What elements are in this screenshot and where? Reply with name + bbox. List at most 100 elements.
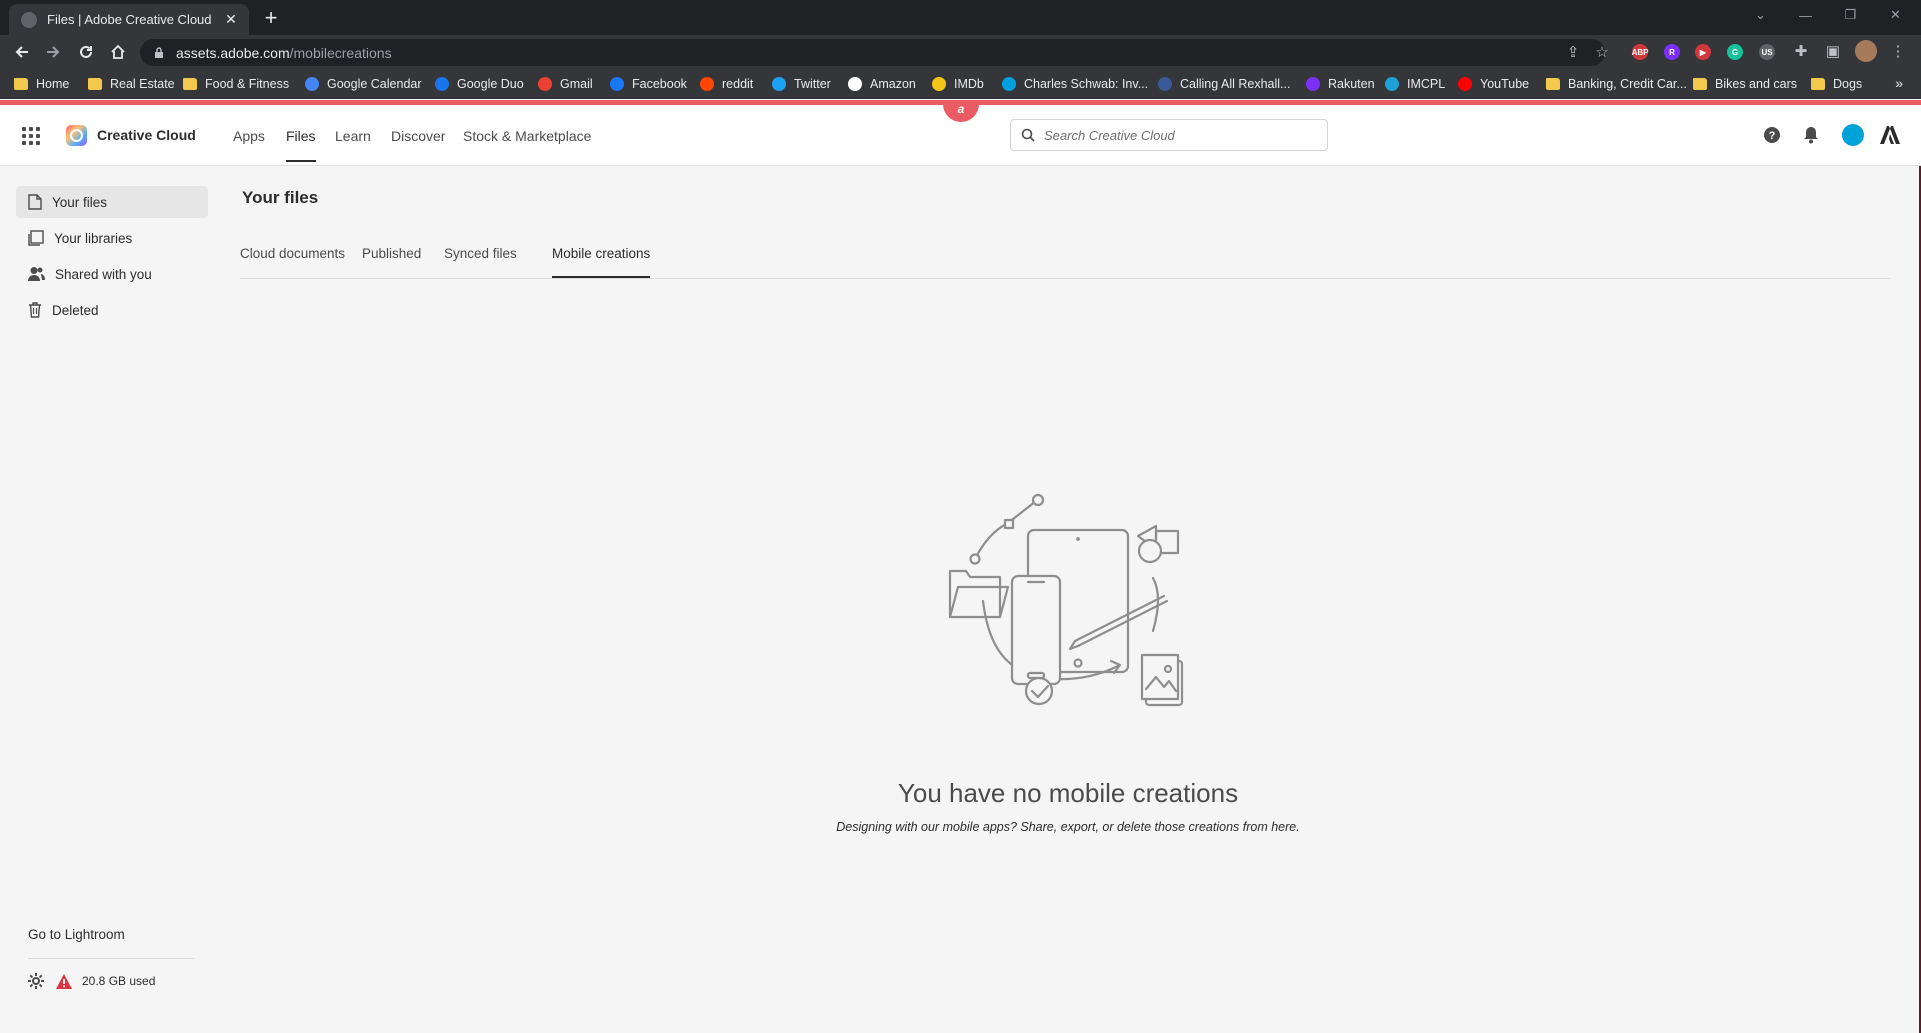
tab-published[interactable]: Published (362, 246, 421, 261)
file-tabs: Cloud documents Published Synced files M… (240, 246, 1890, 279)
bookmark-label: IMDb (954, 77, 984, 91)
bookmark-item[interactable]: IMDb (932, 76, 984, 92)
go-to-lightroom-link[interactable]: Go to Lightroom (28, 927, 125, 942)
sidebar-item-label: Your libraries (54, 230, 133, 246)
nav-apps[interactable]: Apps (233, 128, 265, 144)
share-icon[interactable]: ⇪ (1563, 42, 1583, 62)
bookmark-label: YouTube (1480, 77, 1530, 91)
new-tab-button[interactable]: + (258, 5, 284, 31)
nav-learn[interactable]: Learn (335, 128, 371, 144)
bookmark-item[interactable]: Google Calendar (305, 76, 422, 92)
bookmark-label: Food & Fitness (205, 77, 290, 91)
tab-search-icon[interactable]: ⌄ (1738, 0, 1783, 30)
bookmarks-overflow-icon[interactable]: » (1895, 75, 1903, 91)
bookmark-label: Dogs (1833, 77, 1863, 91)
forward-button[interactable] (40, 39, 66, 65)
rakuten-ext-icon[interactable]: R (1664, 44, 1680, 60)
people-icon (28, 267, 45, 281)
folder-icon (1811, 78, 1825, 90)
reload-button[interactable] (73, 39, 99, 65)
extensions-puzzle-icon[interactable]: ✚ (1791, 41, 1811, 61)
bookmark-label: reddit (722, 77, 754, 91)
empty-state-title: You have no mobile creations (897, 778, 1239, 808)
url-text: assets.adobe.com/mobilecreations (176, 45, 392, 61)
side-panel-icon[interactable]: ▣ (1823, 41, 1843, 61)
nav-stock-marketplace[interactable]: Stock & Marketplace (463, 128, 591, 144)
bookmark-item[interactable]: Amazon (848, 76, 916, 92)
search-box[interactable] (1010, 119, 1328, 151)
sidebar-item-label: Shared with you (55, 266, 152, 282)
close-window-button[interactable]: ✕ (1873, 0, 1918, 30)
translate-ext-icon[interactable]: US (1759, 44, 1775, 60)
bookmark-label: Rakuten (1328, 77, 1375, 91)
home-button[interactable] (105, 39, 131, 65)
sidebar-item-your-libraries[interactable]: Your libraries (16, 222, 208, 254)
bookmark-label: Bikes and cars (1715, 77, 1797, 91)
bookmark-item[interactable]: Banking, Credit Car... (1546, 76, 1687, 92)
bookmark-label: Charles Schwab: Inv... (1024, 77, 1149, 91)
profile-avatar[interactable] (1855, 40, 1877, 62)
youtube-icon (1458, 77, 1472, 91)
play-ext-icon[interactable]: ▶ (1695, 44, 1711, 60)
storage-used-text: 20.8 GB used (82, 974, 156, 988)
browser-tab[interactable]: Files | Adobe Creative Cloud ✕ (9, 4, 249, 35)
main-content: Your files Cloud documents Published Syn… (218, 166, 1921, 1033)
page-title: Your files (242, 188, 319, 207)
app-switcher-icon[interactable] (22, 127, 40, 145)
bookmark-item[interactable]: Real Estate (88, 76, 175, 92)
bookmark-item[interactable]: Rakuten (1306, 76, 1375, 92)
duo-icon (435, 77, 449, 91)
bookmark-item[interactable]: reddit (700, 76, 753, 92)
address-bar[interactable]: assets.adobe.com/mobilecreations ⇪ ☆ (140, 39, 1609, 66)
library-icon (28, 230, 44, 246)
sidebar-item-shared-with-you[interactable]: Shared with you (16, 258, 208, 290)
bookmark-label: Amazon (870, 77, 916, 91)
url-path: /mobilecreations (289, 44, 392, 61)
sidebar-item-your-files[interactable]: Your files (16, 186, 208, 218)
file-icon (28, 194, 42, 210)
bookmark-item[interactable]: Google Duo (435, 76, 524, 92)
notifications-bell-icon[interactable] (1801, 125, 1821, 145)
restore-button[interactable]: ❐ (1828, 0, 1873, 30)
amazon-icon (848, 77, 862, 91)
bookmark-item[interactable]: Calling All Rexhall... (1158, 76, 1290, 92)
bookmark-item[interactable]: YouTube (1458, 76, 1529, 92)
brand-name[interactable]: Creative Cloud (97, 127, 196, 143)
grammarly-icon[interactable]: G (1727, 44, 1743, 60)
browser-tab-strip: Files | Adobe Creative Cloud ✕ + ⌄ — ❐ ✕ (0, 0, 1921, 35)
abp-icon[interactable]: ABP (1632, 44, 1648, 60)
bookmark-item[interactable]: Home (14, 76, 69, 92)
nav-files[interactable]: Files (286, 128, 316, 162)
tab-synced-files[interactable]: Synced files (444, 246, 517, 261)
sidebar: Your files Your libraries Shared with yo… (0, 166, 218, 1033)
sidebar-item-deleted[interactable]: Deleted (16, 294, 208, 326)
bookmark-item[interactable]: IMCPL (1385, 76, 1445, 92)
browser-toolbar: assets.adobe.com/mobilecreations ⇪ ☆ ABP… (0, 35, 1921, 69)
folder-icon (1693, 78, 1707, 90)
tab-close-icon[interactable]: ✕ (223, 11, 239, 28)
tab-favicon-icon (21, 11, 37, 28)
bookmark-item[interactable]: Bikes and cars (1693, 76, 1797, 92)
bookmark-item[interactable]: Dogs (1811, 76, 1862, 92)
settings-gear-icon[interactable] (28, 973, 44, 989)
help-icon[interactable]: ? (1762, 125, 1782, 145)
back-button[interactable] (9, 39, 35, 65)
minimize-button[interactable]: — (1783, 0, 1828, 30)
tab-title: Files | Adobe Creative Cloud (47, 12, 212, 27)
folder-icon (88, 78, 102, 90)
tab-mobile-creations[interactable]: Mobile creations (552, 246, 651, 278)
bookmark-star-icon[interactable]: ☆ (1592, 42, 1612, 62)
bookmark-item[interactable]: Twitter (772, 76, 831, 92)
bookmark-item[interactable]: Charles Schwab: Inv... (1002, 76, 1148, 92)
creative-cloud-logo-icon[interactable] (66, 125, 87, 146)
bookmark-item[interactable]: Food & Fitness (183, 76, 289, 92)
adobe-logo-icon[interactable] (1880, 125, 1900, 145)
browser-menu-icon[interactable]: ⋮ (1888, 41, 1908, 61)
bookmark-item[interactable]: Gmail (538, 76, 593, 92)
tab-cloud-documents[interactable]: Cloud documents (240, 246, 345, 261)
search-input[interactable] (1044, 127, 1314, 143)
nav-discover[interactable]: Discover (391, 128, 445, 144)
folder-icon (1546, 78, 1560, 90)
bookmark-item[interactable]: Facebook (610, 76, 687, 92)
user-avatar[interactable] (1842, 124, 1864, 146)
